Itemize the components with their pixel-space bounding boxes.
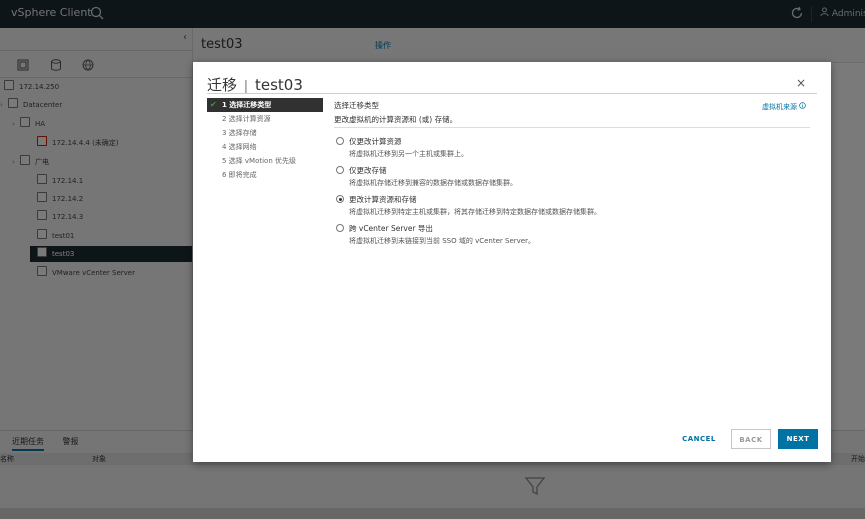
cancel-button[interactable]: CANCEL — [679, 429, 719, 449]
step-heading: 选择迁移类型 — [334, 101, 379, 110]
dialog-title: 迁移 | test03 — [207, 76, 303, 94]
wizard-step-2: 2 选择计算资源 — [222, 115, 271, 123]
info-icon — [799, 102, 806, 111]
wizard-step-1[interactable]: ✔ 1 选择迁移类型 — [207, 98, 323, 112]
option-compute-only[interactable]: 仅更改计算资源 将虚拟机迁移到另一个主机或集群上。 — [334, 136, 810, 165]
close-icon[interactable]: × — [796, 76, 806, 90]
migrate-dialog: 迁移 | test03 × ✔ 1 选择迁移类型 2 选择计算资源 3 选择存储… — [193, 62, 831, 462]
wizard-step-3: 3 选择存储 — [222, 129, 257, 137]
migration-type-options: 仅更改计算资源 将虚拟机迁移到另一个主机或集群上。 仅更改存储 将虚拟机存储迁移… — [334, 136, 810, 252]
radio-button-selected[interactable] — [336, 195, 344, 203]
radio-button[interactable] — [336, 224, 344, 232]
radio-button[interactable] — [336, 166, 344, 174]
option-storage-only[interactable]: 仅更改存储 将虚拟机存储迁移到兼容的数据存储或数据存储集群。 — [334, 165, 810, 194]
content-divider — [334, 127, 810, 128]
radio-button[interactable] — [336, 137, 344, 145]
option-cross-vcenter-export[interactable]: 跨 vCenter Server 导出 将虚拟机迁移到未链接到当前 SSO 域的… — [334, 223, 810, 252]
title-divider — [207, 93, 817, 94]
wizard-step-4: 4 选择网络 — [222, 143, 257, 151]
step-subheading: 更改虚拟机的计算资源和 (或) 存储。 — [334, 115, 458, 124]
vm-origin-link[interactable]: 虚拟机来源 — [762, 102, 806, 112]
wizard-step-6: 6 即将完成 — [222, 171, 257, 179]
option-compute-and-storage[interactable]: 更改计算资源和存储 将虚拟机迁移到特定主机或集群，将其存储迁移到特定数据存储或数… — [334, 194, 810, 223]
step-content: 选择迁移类型 更改虚拟机的计算资源和 (或) 存储。 虚拟机来源 仅更改计算资源… — [334, 100, 810, 245]
checkmark-icon: ✔ — [210, 100, 217, 109]
next-button[interactable]: NEXT — [778, 429, 818, 449]
back-button[interactable]: BACK — [731, 429, 771, 449]
wizard-step-5: 5 选择 vMotion 优先级 — [222, 157, 297, 165]
wizard-steps: ✔ 1 选择迁移类型 2 选择计算资源 3 选择存储 4 选择网络 5 选择 v… — [207, 98, 323, 182]
